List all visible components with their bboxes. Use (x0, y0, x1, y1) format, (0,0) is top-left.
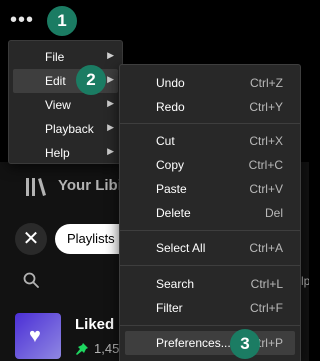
shortcut-text: Ctrl+X (249, 134, 283, 148)
chevron-right-icon: ▶ (107, 50, 114, 60)
menu-item-undo[interactable]: Undo Ctrl+Z (125, 71, 295, 95)
chevron-right-icon: ▶ (107, 98, 114, 108)
step-badge-1: 1 (47, 6, 77, 36)
menu-divider (120, 230, 300, 231)
shortcut-text: Ctrl+Z (250, 76, 283, 90)
menu-item-label: Delete (156, 206, 191, 220)
heart-icon: ♥ (29, 325, 41, 347)
menu-divider (120, 265, 300, 266)
menu-item-delete[interactable]: Delete Del (125, 201, 295, 225)
menu-item-search[interactable]: Search Ctrl+L (125, 272, 295, 296)
menu-item-select-all[interactable]: Select All Ctrl+A (125, 236, 295, 260)
menu-item-label: Filter (156, 301, 183, 315)
close-icon[interactable]: ✕ (15, 223, 47, 255)
menu-divider (120, 325, 300, 326)
menu-item-label: File (45, 50, 65, 64)
menu-item-redo[interactable]: Redo Ctrl+Y (125, 95, 295, 119)
main-menu: File ▶ Edit ▶ View ▶ Playback ▶ Help ▶ (8, 40, 123, 164)
menu-item-paste[interactable]: Paste Ctrl+V (125, 177, 295, 201)
edit-submenu: Undo Ctrl+Z Redo Ctrl+Y Cut Ctrl+X Copy … (119, 64, 301, 361)
chevron-right-icon: ▶ (107, 122, 114, 132)
menu-item-copy[interactable]: Copy Ctrl+C (125, 153, 295, 177)
menu-item-label: Playback (45, 122, 94, 136)
liked-songs-artwork[interactable]: ♥ (15, 313, 61, 359)
menu-item-label: Copy (156, 158, 185, 172)
menu-divider (120, 123, 300, 124)
shortcut-text: Ctrl+C (248, 158, 283, 172)
liked-songs-title[interactable]: Liked (75, 316, 114, 333)
menu-item-cut[interactable]: Cut Ctrl+X (125, 129, 295, 153)
menu-item-label: Paste (156, 182, 187, 196)
menu-item-label: Redo (156, 100, 185, 114)
menu-item-playback[interactable]: Playback ▶ (13, 117, 118, 141)
pin-icon (76, 343, 88, 355)
menu-item-label: Cut (156, 134, 175, 148)
truncated-text: lp (301, 274, 309, 288)
shortcut-text: Del (264, 206, 283, 220)
shortcut-text: Ctrl+V (249, 182, 283, 196)
menu-item-label: View (45, 98, 71, 112)
shortcut-text: Ctrl+A (249, 241, 283, 255)
menu-item-preferences[interactable]: Preferences... Ctrl+P (125, 331, 295, 355)
menu-item-filter[interactable]: Filter Ctrl+F (125, 296, 295, 320)
liked-songs-meta: 1,45 (94, 341, 120, 356)
menu-item-label: Search (156, 277, 195, 291)
library-icon[interactable] (26, 178, 46, 196)
library-title[interactable]: Your Libi (58, 177, 122, 194)
menu-item-file[interactable]: File ▶ (13, 45, 118, 69)
step-badge-3: 3 (230, 329, 260, 359)
chevron-right-icon: ▶ (107, 146, 114, 156)
shortcut-text: Ctrl+L (250, 277, 283, 291)
more-options-icon[interactable]: ••• (10, 10, 44, 30)
shortcut-text: Ctrl+F (250, 301, 283, 315)
shortcut-text: Ctrl+Y (249, 100, 283, 114)
app-window: ••• Your Libi ✕ Playlists lp ♥ Liked 1,4… (0, 0, 309, 361)
menu-item-help[interactable]: Help ▶ (13, 141, 118, 165)
menu-item-label: Select All (156, 241, 206, 255)
step-badge-2: 2 (76, 65, 106, 95)
search-icon[interactable] (23, 272, 39, 288)
menu-item-label: Edit (45, 74, 66, 88)
menu-item-label: Undo (156, 76, 185, 90)
menu-item-view[interactable]: View ▶ (13, 93, 118, 117)
menu-item-label: Help (45, 146, 70, 160)
chevron-right-icon: ▶ (107, 74, 114, 84)
menu-item-label: Preferences... (156, 336, 231, 350)
